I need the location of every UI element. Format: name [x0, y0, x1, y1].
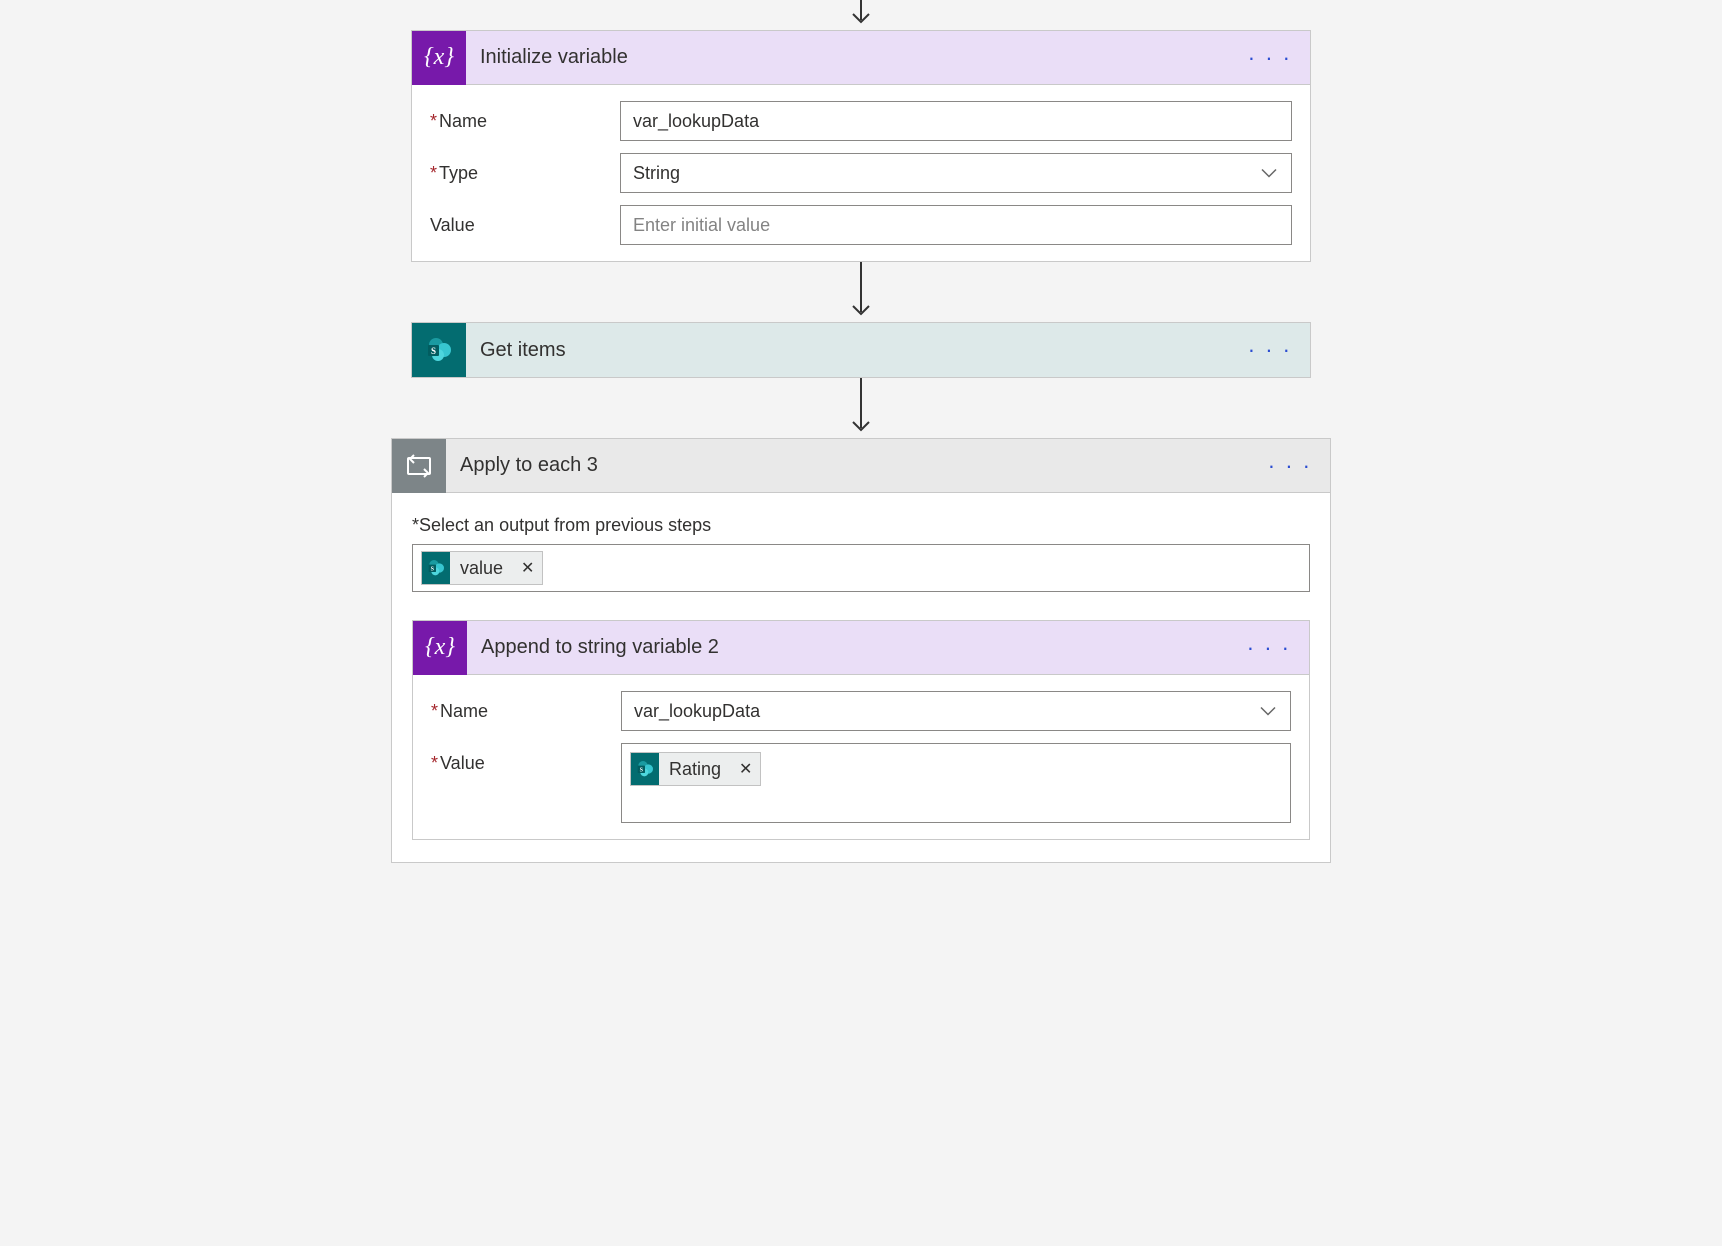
field-row-type: *Type String — [430, 153, 1292, 193]
chevron-down-icon — [1260, 701, 1276, 722]
card-body: *Name *Type String Value — [412, 85, 1310, 261]
dynamic-token-value[interactable]: S value ✕ — [421, 551, 543, 585]
card-menu-button[interactable]: · · · — [1247, 635, 1291, 661]
field-row-name: *Name — [430, 101, 1292, 141]
card-header[interactable]: Apply to each 3 · · · — [392, 439, 1330, 493]
token-remove-button[interactable]: ✕ — [513, 552, 542, 584]
action-initialize-variable[interactable]: {x} Initialize variable · · · *Name *Typ… — [411, 30, 1311, 262]
value-input[interactable] — [620, 205, 1292, 245]
field-label: *Name — [431, 701, 621, 722]
field-label: *Value — [431, 743, 621, 774]
loop-icon — [392, 439, 446, 493]
field-row-name: *Name var_lookupData — [431, 691, 1291, 731]
dynamic-token-rating[interactable]: S Rating ✕ — [630, 752, 761, 786]
container-body: *Select an output from previous steps S … — [392, 493, 1330, 862]
flow-canvas: {x} Initialize variable · · · *Name *Typ… — [0, 0, 1722, 893]
card-menu-button[interactable]: · · · — [1248, 337, 1292, 363]
variable-icon: {x} — [413, 621, 467, 675]
sharepoint-icon: S — [412, 323, 466, 377]
card-title: Append to string variable 2 — [481, 636, 1233, 659]
card-title: Apply to each 3 — [460, 454, 1254, 477]
action-get-items[interactable]: S Get items · · · — [411, 322, 1311, 378]
card-header[interactable]: S Get items · · · — [412, 323, 1310, 377]
select-output-field[interactable]: S value ✕ — [412, 544, 1310, 592]
connector-arrow — [0, 262, 1722, 322]
token-label: Rating — [659, 753, 731, 785]
token-remove-button[interactable]: ✕ — [731, 753, 760, 785]
name-select[interactable]: var_lookupData — [621, 691, 1291, 731]
sharepoint-icon: S — [631, 753, 659, 785]
field-label: *Type — [430, 163, 620, 184]
card-menu-button[interactable]: · · · — [1268, 453, 1312, 479]
field-row-value: *Value — [431, 743, 1291, 823]
variable-icon: {x} — [412, 31, 466, 85]
action-append-to-string-variable[interactable]: {x} Append to string variable 2 · · · *N… — [412, 620, 1310, 840]
card-header[interactable]: {x} Append to string variable 2 · · · — [413, 621, 1309, 675]
sharepoint-icon: S — [422, 552, 450, 584]
token-label: value — [450, 552, 513, 584]
card-title: Initialize variable — [480, 46, 1234, 69]
card-title: Get items — [480, 339, 1234, 362]
field-label: *Name — [430, 111, 620, 132]
value-field[interactable]: S Rating ✕ — [621, 743, 1291, 823]
card-body: *Name var_lookupData *Value — [413, 675, 1309, 839]
name-select-value: var_lookupData — [634, 701, 760, 722]
card-header[interactable]: {x} Initialize variable · · · — [412, 31, 1310, 85]
type-select[interactable]: String — [620, 153, 1292, 193]
connector-arrow — [0, 378, 1722, 438]
chevron-down-icon — [1261, 163, 1277, 184]
connector-arrow — [0, 0, 1722, 30]
name-input[interactable] — [620, 101, 1292, 141]
card-menu-button[interactable]: · · · — [1248, 45, 1292, 71]
type-select-value: String — [633, 163, 680, 184]
field-row-value: Value — [430, 205, 1292, 245]
action-apply-to-each[interactable]: Apply to each 3 · · · *Select an output … — [391, 438, 1331, 863]
svg-text:S: S — [431, 346, 436, 356]
field-label: Value — [430, 215, 620, 236]
field-label: *Select an output from previous steps — [412, 515, 1310, 536]
